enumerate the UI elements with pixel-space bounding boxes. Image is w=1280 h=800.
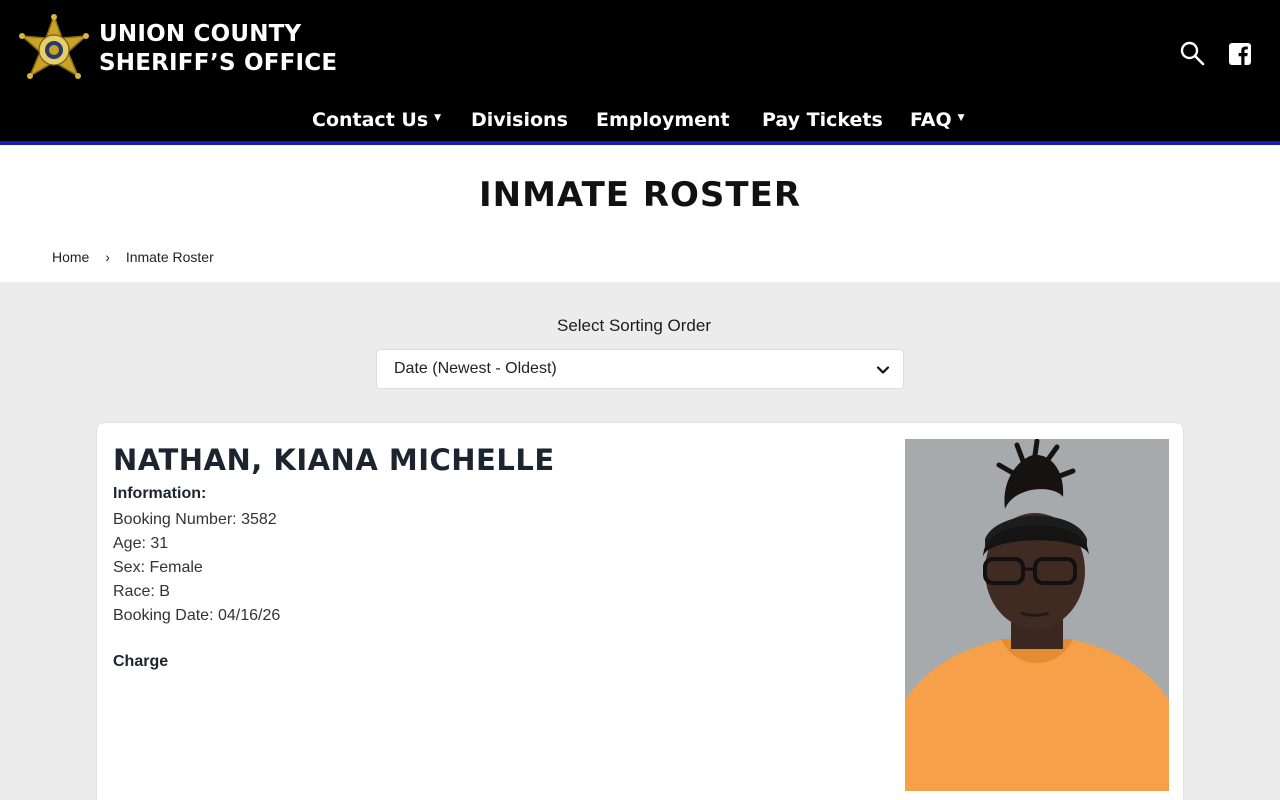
booking-number: Booking Number: 3582	[113, 511, 277, 528]
booking-date: Booking Date: 04/16/26	[113, 607, 281, 624]
inmate-sex: Sex: Female	[113, 559, 203, 576]
nav-pay-tickets-label: Pay Tickets	[762, 109, 883, 131]
caret-down-icon: ▼	[434, 112, 442, 123]
inmate-name: NATHAN, KIANA MICHELLE	[113, 443, 555, 477]
site-brand[interactable]: UNION COUNTY SHERIFF’S OFFICE	[99, 20, 337, 78]
information-heading: Information:	[113, 485, 207, 502]
main-nav: Contact Us ▼ Divisions Employment Pay Tic…	[0, 106, 1280, 136]
inmate-race: Race: B	[113, 583, 170, 600]
breadcrumb-separator: ›	[105, 249, 110, 265]
sort-label: Select Sorting Order	[556, 316, 711, 335]
sort-selected-value: Date (Newest - Oldest)	[394, 360, 557, 377]
breadcrumb-current: Inmate Roster	[125, 249, 214, 265]
inmate-info-list: Booking Number: 3582 Age: 31 Sex: Female…	[113, 508, 280, 628]
brand-line-2: SHERIFF’S OFFICE	[99, 50, 338, 76]
sheriff-badge-logo[interactable]	[16, 14, 92, 88]
nav-employment[interactable]: Employment	[596, 106, 730, 134]
nav-faq[interactable]: FAQ ▼	[910, 106, 965, 135]
page-title: INMATE ROSTER	[478, 175, 802, 215]
sort-order-select[interactable]: Date (Newest - Oldest)	[376, 349, 904, 389]
site-header: UNION COUNTY SHERIFF’S OFFICE Contact Us…	[0, 0, 1280, 141]
nav-employment-label: Employment	[596, 109, 730, 131]
brand-line-1: UNION COUNTY	[99, 21, 302, 47]
nav-contact-us-label: Contact Us	[312, 109, 429, 131]
nav-faq-label: FAQ	[910, 109, 952, 131]
nav-divisions[interactable]: Divisions	[471, 106, 568, 134]
search-icon[interactable]	[1179, 40, 1205, 66]
inmate-age: Age: 31	[113, 535, 169, 552]
title-band: INMATE ROSTER Home › Inmate Roster	[0, 145, 1280, 282]
caret-down-icon: ▼	[957, 112, 965, 123]
charge-heading: Charge	[113, 653, 169, 670]
nav-divisions-label: Divisions	[471, 109, 568, 131]
facebook-icon[interactable]	[1228, 42, 1252, 66]
breadcrumb: Home › Inmate Roster	[52, 249, 214, 265]
breadcrumb-home[interactable]: Home	[52, 249, 89, 265]
inmate-card: NATHAN, KIANA MICHELLE Information: Book…	[96, 422, 1184, 800]
nav-pay-tickets[interactable]: Pay Tickets	[762, 106, 883, 134]
nav-contact-us[interactable]: Contact Us ▼	[312, 106, 441, 135]
chevron-down-icon	[876, 366, 890, 374]
inmate-photo	[905, 439, 1169, 791]
